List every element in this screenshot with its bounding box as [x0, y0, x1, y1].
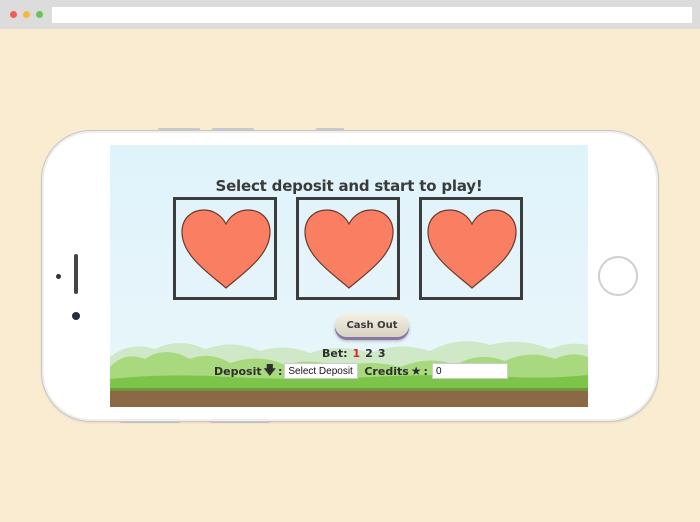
- bet-option-1[interactable]: 1: [353, 347, 361, 360]
- minimize-window-dot[interactable]: [23, 11, 30, 18]
- address-bar[interactable]: [52, 7, 692, 23]
- credits-label: Credits: [364, 364, 409, 378]
- home-button[interactable]: [598, 256, 638, 296]
- controls-row: Deposit 🡇 : Select Deposit Credits ★ : 0: [214, 362, 508, 380]
- game-title: Select deposit and start to play!: [215, 177, 483, 195]
- bet-option-2[interactable]: 2: [365, 347, 373, 360]
- reel-3: [419, 197, 523, 300]
- cash-out-button[interactable]: Cash Out: [335, 313, 409, 337]
- heart-icon: [427, 209, 517, 289]
- credits-field: 0: [431, 363, 508, 379]
- reel-2: [296, 197, 400, 300]
- bet-label: Bet:: [322, 346, 348, 360]
- heart-icon: [181, 209, 271, 289]
- close-window-dot[interactable]: [10, 11, 17, 18]
- game-screen: Select deposit and start to play! Cash O…: [110, 145, 588, 407]
- reel-1: [173, 197, 277, 300]
- sensor-dot: [56, 274, 61, 279]
- credits-colon: :: [423, 364, 428, 378]
- maximize-window-dot[interactable]: [36, 11, 43, 18]
- deposit-label: Deposit: [214, 364, 262, 378]
- browser-toolbar: [0, 0, 700, 29]
- deposit-select[interactable]: Select Deposit: [284, 363, 359, 379]
- star-icon: ★: [410, 364, 422, 378]
- down-arrow-icon: 🡇: [263, 362, 276, 377]
- bet-option-3[interactable]: 3: [378, 347, 386, 360]
- front-camera: [72, 312, 80, 320]
- deposit-colon: :: [277, 364, 283, 378]
- heart-icon: [304, 209, 394, 289]
- earpiece-speaker: [74, 254, 78, 294]
- bet-selector: Bet: 1 2 3: [322, 346, 385, 360]
